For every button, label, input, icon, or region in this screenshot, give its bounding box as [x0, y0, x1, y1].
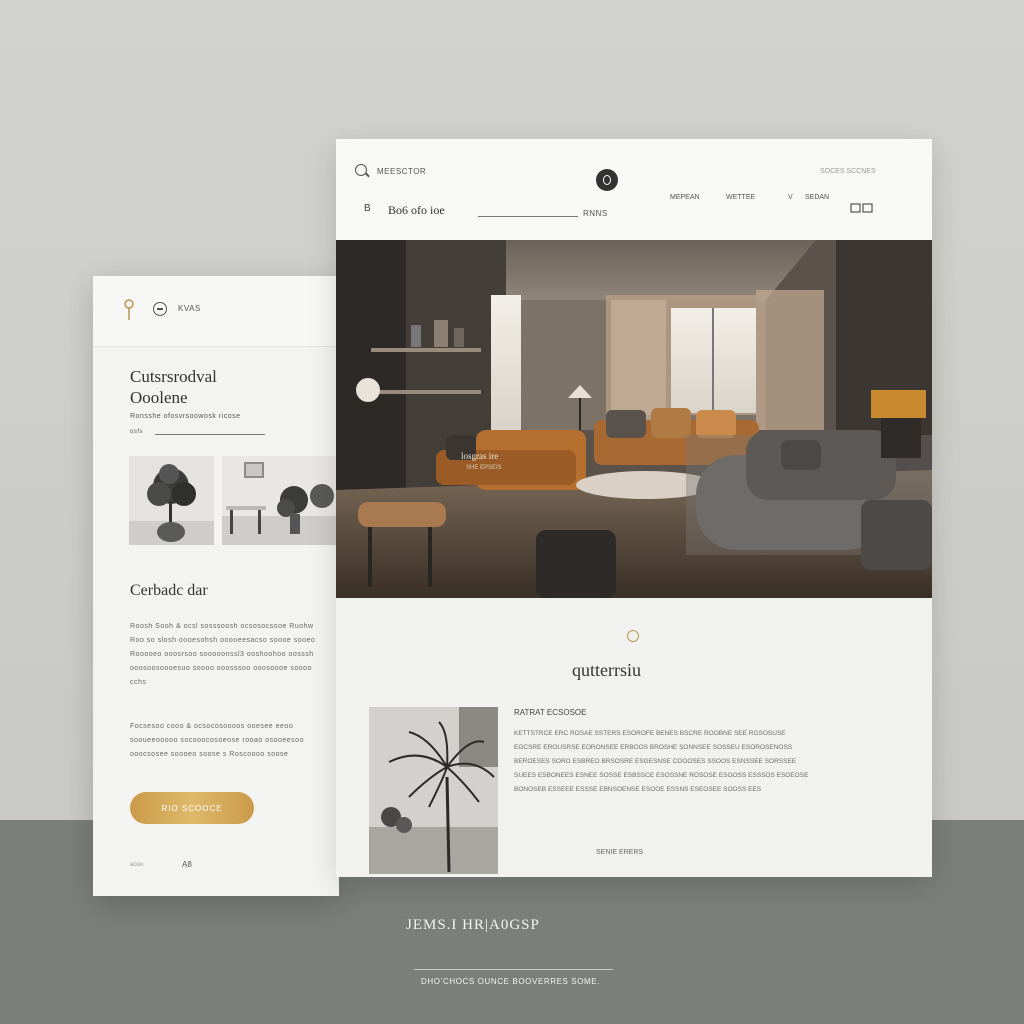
- brand-label[interactable]: MEESCTOR: [377, 167, 426, 176]
- palm-photo[interactable]: [369, 707, 498, 874]
- hero-caption-sub: SHE EPSEIS: [466, 465, 502, 471]
- desktop-preview-card: MEESCTOR SOCES SCCNES B Bo6 ofo ioe RNNS…: [336, 139, 932, 877]
- potted-plant-illustration: [129, 456, 214, 545]
- mobile-paragraph-2: Focsesoo cooo & ocsocosoooos ooesee eeoo…: [130, 723, 304, 758]
- footer-subtitle: DHO’CHOCS OUNCE BOOVERRES SOME.: [421, 977, 601, 986]
- nav-item-2[interactable]: WETTEE: [726, 194, 755, 201]
- nav-side-link[interactable]: RNNS: [583, 209, 608, 218]
- search-icon[interactable]: [355, 164, 367, 176]
- hero-caption: losgras ire: [461, 451, 499, 461]
- mobile-footer-mark[interactable]: A8: [182, 860, 192, 869]
- logo-icon[interactable]: [596, 169, 618, 191]
- mobile-preview-card: KVAS Cutsrsrodval Ooolene Ronsshe ofosvr…: [93, 276, 339, 896]
- hero-image[interactable]: [336, 240, 932, 598]
- nav-title: Bo6 ofo ioe: [388, 203, 445, 217]
- section-heading: RATRAT ECSOSOE: [514, 708, 587, 717]
- ring-icon: [627, 630, 639, 642]
- desktop-header: MEESCTOR SOCES SCCNES B Bo6 ofo ioe RNNS…: [336, 139, 932, 240]
- mobile-hero-subtitle: Ronsshe ofosvrsoowosk ricose: [130, 413, 241, 420]
- dining-room-illustration: [222, 456, 336, 545]
- living-room-illustration: [336, 240, 932, 598]
- nav-item-4[interactable]: SEDAN: [805, 194, 829, 201]
- section-paragraph: KETTSTRCE ERC ROSAE SSTERS ESOROFE BENES…: [514, 730, 809, 793]
- interior-photo[interactable]: [222, 456, 336, 545]
- footer-title: JEMS.I HR|A0GSP: [406, 917, 540, 933]
- nav-back-link[interactable]: B: [364, 203, 371, 214]
- menu-label[interactable]: KVAS: [178, 304, 201, 313]
- mobile-section-title: Cerbadc dar: [130, 582, 208, 599]
- nav-underline: [478, 216, 578, 217]
- mobile-header: KVAS: [93, 276, 339, 347]
- mobile-paragraph-1: Roosh Sooh & ocsl sosssoosh ocsosocsooe …: [130, 623, 316, 686]
- cta-button[interactable]: RIO SCOOCE: [130, 792, 254, 824]
- footer-divider: [414, 969, 613, 970]
- nav-item-3[interactable]: V: [788, 194, 793, 201]
- nav-item-1[interactable]: MEPEAN: [670, 194, 700, 201]
- cart-icon[interactable]: [850, 203, 874, 213]
- top-right-link[interactable]: SOCES SCCNES: [820, 168, 876, 175]
- section-title: qutterrsiu: [572, 660, 641, 680]
- pin-icon[interactable]: [123, 298, 135, 322]
- palm-tree-illustration: [369, 707, 498, 874]
- mobile-footer-text: aooo: [130, 862, 144, 868]
- divider-line: [155, 434, 265, 435]
- section-footer-link[interactable]: SENIE ERERS: [596, 849, 643, 856]
- plant-photo[interactable]: [129, 456, 214, 545]
- mobile-hero-title: Cutsrsrodval Ooolene: [130, 367, 217, 407]
- minus-circle-icon[interactable]: [153, 302, 167, 316]
- mobile-hero-note: osfs: [130, 429, 144, 435]
